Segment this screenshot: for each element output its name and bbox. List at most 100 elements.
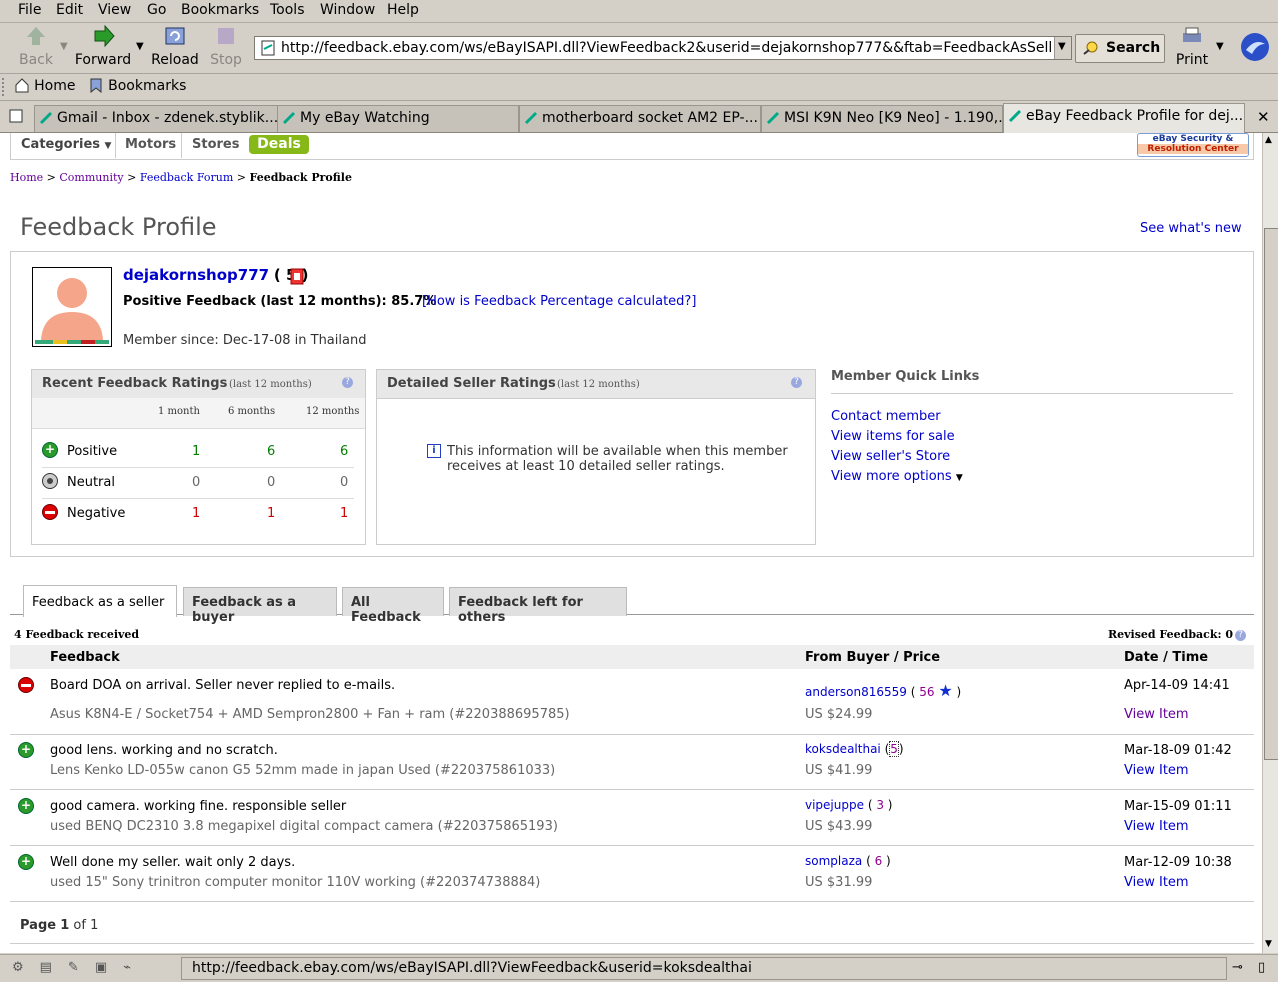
quick-links-title: Member Quick Links [831, 369, 980, 384]
feedback-item: Asus K8N4-E / Socket754 + AMD Sempron280… [50, 707, 570, 722]
buyer-link[interactable]: anderson816559 [805, 685, 907, 699]
buyer-score[interactable]: 6 [875, 854, 883, 868]
buyer-link[interactable]: koksdealthai [805, 742, 881, 756]
view-item-link[interactable]: View Item [1124, 875, 1189, 890]
tab-feedback-as-buyer[interactable]: Feedback as a buyer [183, 587, 337, 625]
tab-list-icon[interactable] [8, 108, 24, 124]
view-item-link[interactable]: View Item [1124, 819, 1189, 834]
component-bar-icons[interactable]: ⚙▤✎▣⌁ [12, 960, 147, 975]
security-line1: eBay Security & [1152, 134, 1234, 144]
back-dropdown-icon[interactable]: ▼ [60, 41, 68, 52]
tab-gmail[interactable]: Gmail - Inbox - zdenek.styblik... [34, 105, 278, 132]
negative-icon [18, 677, 34, 693]
contact-member-link[interactable]: Contact member [831, 409, 941, 424]
positive-icon: + [42, 442, 58, 458]
positive-icon: + [18, 798, 34, 814]
toolbar-grip[interactable] [2, 78, 8, 96]
deals-button[interactable]: Deals [249, 135, 309, 154]
tab-label: All Feedback [351, 595, 421, 625]
forward-dropdown-icon[interactable]: ▼ [136, 41, 144, 52]
menu-help[interactable]: Help [387, 2, 419, 18]
recent-period: (last 12 months) [229, 379, 312, 390]
negative-12m[interactable]: 1 [340, 506, 348, 521]
vertical-scrollbar[interactable]: ▲ ▼ [1262, 133, 1278, 953]
tab-my-ebay-watching[interactable]: My eBay Watching [277, 105, 519, 132]
feedback-item: Lens Kenko LD-055w canon G5 52mm made in… [50, 763, 556, 778]
scroll-down-icon[interactable]: ▼ [1265, 939, 1272, 949]
buyer-score[interactable]: 3 [876, 798, 884, 812]
chevron-down-icon: ▼ [104, 141, 112, 151]
tab-feedback-as-seller[interactable]: Feedback as a seller [23, 585, 177, 617]
positive-1m[interactable]: 1 [192, 444, 200, 459]
tab-ebay-feedback[interactable]: eBay Feedback Profile for dej... [1003, 103, 1245, 133]
view-item-link[interactable]: View Item [1124, 707, 1189, 722]
page-title: Feedback Profile [20, 213, 217, 241]
print-button[interactable]: Print [1172, 25, 1212, 68]
feedback-date: Mar-18-09 01:42 [1124, 743, 1232, 758]
stop-button[interactable]: Stop [206, 25, 246, 68]
page-icon [261, 40, 275, 56]
member-since: Member since: Dec-17-08 in Thailand [123, 333, 367, 348]
menu-edit[interactable]: Edit [56, 2, 83, 18]
search-icon [1083, 41, 1098, 55]
seamonkey-logo-icon[interactable] [1240, 32, 1270, 62]
breadcrumb-community[interactable]: Community [59, 171, 123, 184]
positive-12m[interactable]: 6 [340, 444, 348, 459]
negative-6m[interactable]: 1 [267, 506, 275, 521]
see-whats-new-link[interactable]: See what's new [1140, 221, 1242, 236]
scroll-thumb[interactable] [1264, 228, 1278, 760]
help-icon[interactable]: ? [342, 377, 353, 388]
item-price: US $43.99 [805, 819, 873, 834]
tab-all-feedback[interactable]: All Feedback [342, 587, 444, 625]
url-dropdown-button[interactable]: ▼ [1054, 37, 1071, 59]
categories-menu[interactable]: Categories ▼ [21, 137, 111, 152]
scroll-up-icon[interactable]: ▲ [1265, 135, 1272, 145]
negative-label: Negative [67, 506, 126, 521]
menu-window[interactable]: Window [320, 2, 375, 18]
buyer-info: anderson816559 ( 56 ★ ) [805, 681, 962, 700]
bookmarks-label: Bookmarks [108, 78, 187, 94]
buyer-link[interactable]: vipejuppe [805, 798, 864, 812]
negative-1m[interactable]: 1 [192, 506, 200, 521]
positive-6m[interactable]: 6 [267, 444, 275, 459]
view-more-options-label: View more options [831, 469, 952, 484]
reload-button[interactable]: Reload [150, 25, 200, 68]
buyer-score[interactable]: 56 [919, 685, 934, 699]
help-icon[interactable]: ? [1235, 630, 1246, 641]
breadcrumb-forum[interactable]: Feedback Forum [140, 171, 233, 184]
tab-motherboard[interactable]: motherboard socket AM2 EP-... [519, 105, 761, 132]
breadcrumb-home[interactable]: Home [10, 171, 43, 184]
view-sellers-store-link[interactable]: View seller's Store [831, 449, 950, 464]
motors-link[interactable]: Motors [125, 137, 176, 152]
username-link[interactable]: dejakornshop777 [123, 266, 269, 284]
col-12-months: 12 months [306, 406, 360, 417]
home-button[interactable]: Home [14, 77, 75, 94]
how-calculated-link[interactable]: [How is Feedback Percentage calculated?] [422, 294, 696, 309]
menu-view[interactable]: View [98, 2, 131, 18]
security-resolution-center-badge[interactable]: eBay Security & Resolution Center [1137, 133, 1249, 157]
stores-link[interactable]: Stores [192, 137, 239, 152]
tab-msi[interactable]: MSI K9N Neo [K9 Neo] - 1.190,... [761, 105, 1003, 132]
stop-icon [218, 28, 234, 44]
menu-bookmarks[interactable]: Bookmarks [181, 2, 259, 18]
tab-feedback-left-for-others[interactable]: Feedback left for others [449, 587, 627, 625]
help-icon[interactable]: ? [791, 377, 802, 388]
bookmarks-button[interactable]: Bookmarks [88, 77, 186, 94]
print-dropdown-icon[interactable]: ▼ [1216, 41, 1224, 52]
search-button[interactable]: Search [1075, 34, 1165, 63]
back-button[interactable]: Back [16, 25, 56, 68]
menu-tools[interactable]: Tools [270, 2, 305, 18]
view-item-link[interactable]: View Item [1124, 763, 1189, 778]
buyer-score[interactable]: 5 [889, 741, 899, 757]
close-tab-icon[interactable]: ✕ [1257, 108, 1270, 126]
buyer-link[interactable]: somplaza [805, 854, 862, 868]
url-bar[interactable]: http://feedback.ebay.com/ws/eBayISAPI.dl… [254, 36, 1072, 60]
tab-label: Feedback as a buyer [192, 595, 297, 625]
view-items-for-sale-link[interactable]: View items for sale [831, 429, 955, 444]
forward-button[interactable]: Forward [74, 24, 132, 68]
feedback-comment: Well done my seller. wait only 2 days. [50, 855, 296, 870]
view-more-options-link[interactable]: View more options ▼ [831, 469, 963, 484]
menu-go[interactable]: Go [147, 2, 166, 18]
menu-file[interactable]: File [18, 2, 41, 18]
neutral-12m: 0 [340, 475, 349, 490]
